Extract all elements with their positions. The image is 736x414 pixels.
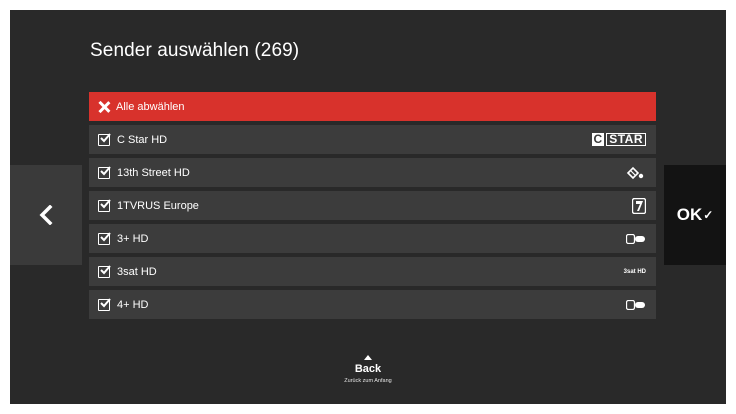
channel-row-3plus[interactable]: 3+ HD [89, 224, 656, 253]
13th-street-logo [626, 158, 646, 187]
4plus-logo [626, 290, 646, 319]
cstar-logo: C STAR [591, 125, 646, 154]
checkbox-checked-icon[interactable] [98, 132, 111, 146]
channel-name: 3sat HD [117, 265, 157, 278]
channel-row-13th-street[interactable]: 13th Street HD [89, 158, 656, 187]
channel-row-3sat[interactable]: 3sat HD 3sat HD [89, 257, 656, 286]
close-icon [98, 101, 110, 113]
back-control: Back Zurück zum Anfang [10, 355, 726, 384]
checkbox-checked-icon[interactable] [98, 198, 111, 212]
ok-label: OK [676, 205, 703, 224]
deselect-all-label: Alle abwählen [116, 100, 185, 113]
previous-button[interactable] [10, 165, 82, 265]
checkbox-checked-icon[interactable] [98, 231, 111, 245]
ok-button[interactable]: OK ✓ [664, 165, 726, 265]
checkbox-checked-icon[interactable] [98, 264, 111, 278]
checkmark-icon: ✓ [703, 208, 714, 222]
back-button[interactable]: Back [10, 363, 726, 375]
1tvrus-logo [632, 191, 646, 220]
channel-name: C Star HD [117, 133, 168, 146]
channel-name: 4+ HD [117, 298, 149, 311]
checkbox-checked-icon[interactable] [98, 297, 111, 311]
channel-row-cstar[interactable]: C Star HD C STAR [89, 125, 656, 154]
channel-row-1tvrus[interactable]: 1TVRUS Europe [89, 191, 656, 220]
channel-name: 3+ HD [117, 232, 149, 245]
channel-row-4plus[interactable]: 4+ HD [89, 290, 656, 319]
back-sublabel: Zurück zum Anfang [344, 378, 392, 384]
channel-selection-screen: Sender auswählen (269) OK ✓ Alle abwähle… [10, 10, 726, 404]
arrow-up-icon [364, 355, 372, 360]
checkbox-checked-icon[interactable] [98, 165, 111, 179]
channel-name: 1TVRUS Europe [117, 199, 199, 212]
page-title: Sender auswählen (269) [90, 40, 300, 61]
3plus-logo [626, 224, 646, 253]
3sat-logo: 3sat HD [623, 268, 646, 275]
channel-list: Alle abwählen C Star HD C STAR 13th Stre… [89, 92, 656, 323]
deselect-all-button[interactable]: Alle abwählen [89, 92, 656, 121]
channel-name: 13th Street HD [117, 166, 190, 179]
chevron-left-icon [39, 205, 53, 225]
